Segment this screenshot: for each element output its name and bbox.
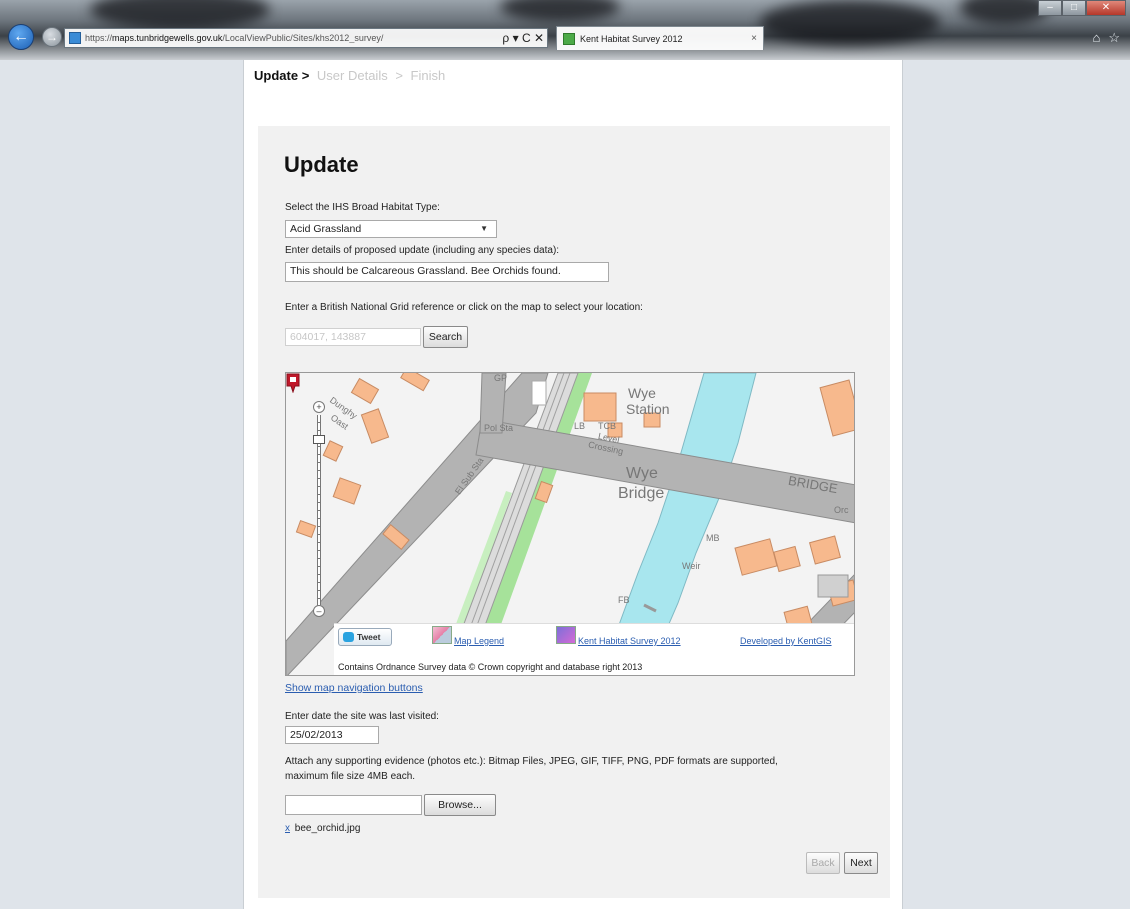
map-label-works: Orc — [834, 505, 849, 515]
kent-habitat-survey-link[interactable]: Kent Habitat Survey 2012 — [578, 636, 681, 646]
map-footer: Tweet Map Legend Kent Habitat Survey 201… — [334, 623, 854, 675]
tab-kent-habitat-survey[interactable]: Kent Habitat Survey 2012 × — [556, 26, 764, 50]
map-label-gp: GP — [494, 373, 508, 383]
details-label: Enter details of proposed update (includ… — [285, 245, 560, 256]
favorites-star-icon[interactable]: ☆ — [1108, 30, 1120, 46]
dropdown-arrow-icon: ▼ — [480, 224, 488, 233]
map-building-white — [531, 380, 547, 406]
address-host: maps.tunbridgewells.gov.uk — [112, 33, 223, 43]
breadcrumb-finish: Finish — [410, 68, 446, 83]
breadcrumb-user-details: User Details — [316, 68, 388, 83]
background-cloud — [960, 0, 1050, 25]
map-label-wye-bridge-2: Bridge — [618, 485, 665, 502]
breadcrumb-separator: > — [301, 68, 310, 83]
breadcrumb-current: Update — [254, 68, 299, 83]
window-close-icon[interactable]: ✕ — [1086, 0, 1126, 16]
background-cloud — [500, 0, 620, 22]
habitat-type-value: Acid Grassland — [290, 223, 362, 235]
location-map[interactable]: GP Wye Station Pol Sta LB TCB Level Cros… — [285, 372, 855, 676]
visit-date-input[interactable]: 25/02/2013 — [285, 726, 379, 744]
developed-by-link[interactable]: Developed by KentGIS — [740, 636, 832, 646]
tweet-label: Tweet — [357, 632, 381, 642]
back-arrow-icon[interactable]: ← — [8, 24, 34, 50]
attached-file: x bee_orchid.jpg — [285, 823, 360, 834]
location-pin-icon — [286, 373, 300, 393]
browser-chrome: ← → https://maps.tunbridgewells.gov.uk/L… — [0, 0, 1130, 60]
zoom-control[interactable]: + – — [313, 401, 325, 617]
map-label-mill: MB — [706, 533, 720, 543]
tab-favicon-icon — [563, 32, 575, 45]
zoom-slider-handle[interactable] — [313, 435, 325, 444]
habitat-type-label: Select the IHS Broad Habitat Type: — [285, 202, 440, 213]
remove-attachment-link[interactable]: x — [285, 823, 290, 834]
map-label-weir: Weir — [682, 561, 701, 571]
back-button[interactable]: Back — [806, 852, 840, 874]
address-path: /LocalViewPublic/Sites/khs2012_survey/ — [222, 33, 384, 43]
browser-toolbar-icons: ⌂ ☆ — [1092, 30, 1120, 46]
map-copyright: Contains Ordnance Survey data © Crown co… — [338, 662, 643, 672]
zoom-in-icon[interactable]: + — [313, 401, 325, 413]
address-tools[interactable]: ρ ▾ C ✕ — [499, 31, 547, 45]
details-input[interactable]: This should be Calcareous Grassland. Bee… — [285, 262, 609, 282]
habitat-type-select[interactable]: Acid Grassland ▼ — [285, 220, 497, 238]
form-heading: Update — [284, 152, 359, 177]
home-icon[interactable]: ⌂ — [1092, 30, 1100, 46]
update-form-panel: Update Select the IHS Broad Habitat Type… — [258, 126, 890, 898]
twitter-bird-icon — [343, 632, 354, 642]
address-url[interactable]: https://maps.tunbridgewells.gov.uk/Local… — [85, 33, 495, 43]
grid-reference-label: Enter a British National Grid reference … — [285, 302, 643, 313]
breadcrumb-separator: > — [395, 68, 403, 83]
file-path-input[interactable] — [285, 795, 422, 815]
breadcrumb: Update > User Details > Finish — [254, 68, 445, 83]
map-legend-icon[interactable] — [432, 626, 452, 644]
map-label-tcb: TCB — [598, 421, 616, 431]
tab-close-icon[interactable]: × — [751, 33, 757, 44]
search-button[interactable]: Search — [423, 326, 468, 348]
page-content: Update > User Details > Finish Update Se… — [243, 60, 903, 909]
address-bar[interactable]: https://maps.tunbridgewells.gov.uk/Local… — [64, 28, 548, 48]
attached-file-name: bee_orchid.jpg — [294, 823, 361, 834]
map-label-wye-bridge: Wye — [626, 465, 658, 482]
map-building-grey — [817, 574, 849, 598]
survey-logo-icon[interactable] — [556, 626, 576, 644]
map-label-lb: LB — [574, 421, 586, 431]
minimize-icon[interactable]: – — [1038, 0, 1062, 16]
evidence-label: Attach any supporting evidence (photos e… — [285, 756, 778, 767]
evidence-label-2: maximum file size 4MB each. — [285, 771, 416, 782]
tab-title: Kent Habitat Survey 2012 — [580, 33, 683, 44]
site-favicon-icon — [69, 32, 81, 44]
tweet-button[interactable]: Tweet — [338, 628, 392, 646]
visit-date-label: Enter date the site was last visited: — [285, 711, 439, 722]
browse-button[interactable]: Browse... — [424, 794, 496, 816]
maximize-icon[interactable]: □ — [1062, 0, 1086, 16]
map-legend-link[interactable]: Map Legend — [454, 636, 504, 646]
background-cloud — [760, 0, 940, 45]
zoom-out-icon[interactable]: – — [313, 605, 325, 617]
next-button[interactable]: Next — [844, 852, 878, 874]
forward-arrow-icon[interactable]: → — [42, 27, 62, 47]
background-cloud — [90, 0, 270, 30]
map-label-wye-station: Wye — [628, 385, 656, 401]
map-label-pol-sta: Pol Sta — [484, 423, 514, 433]
show-map-navigation-link[interactable]: Show map navigation buttons — [285, 682, 423, 694]
grid-reference-input[interactable]: 604017, 143887 — [285, 328, 421, 346]
map-label-wye-station-2: Station — [626, 401, 670, 417]
map-label-fb: FB — [618, 595, 630, 605]
window-controls: – □ ✕ — [1038, 0, 1126, 16]
